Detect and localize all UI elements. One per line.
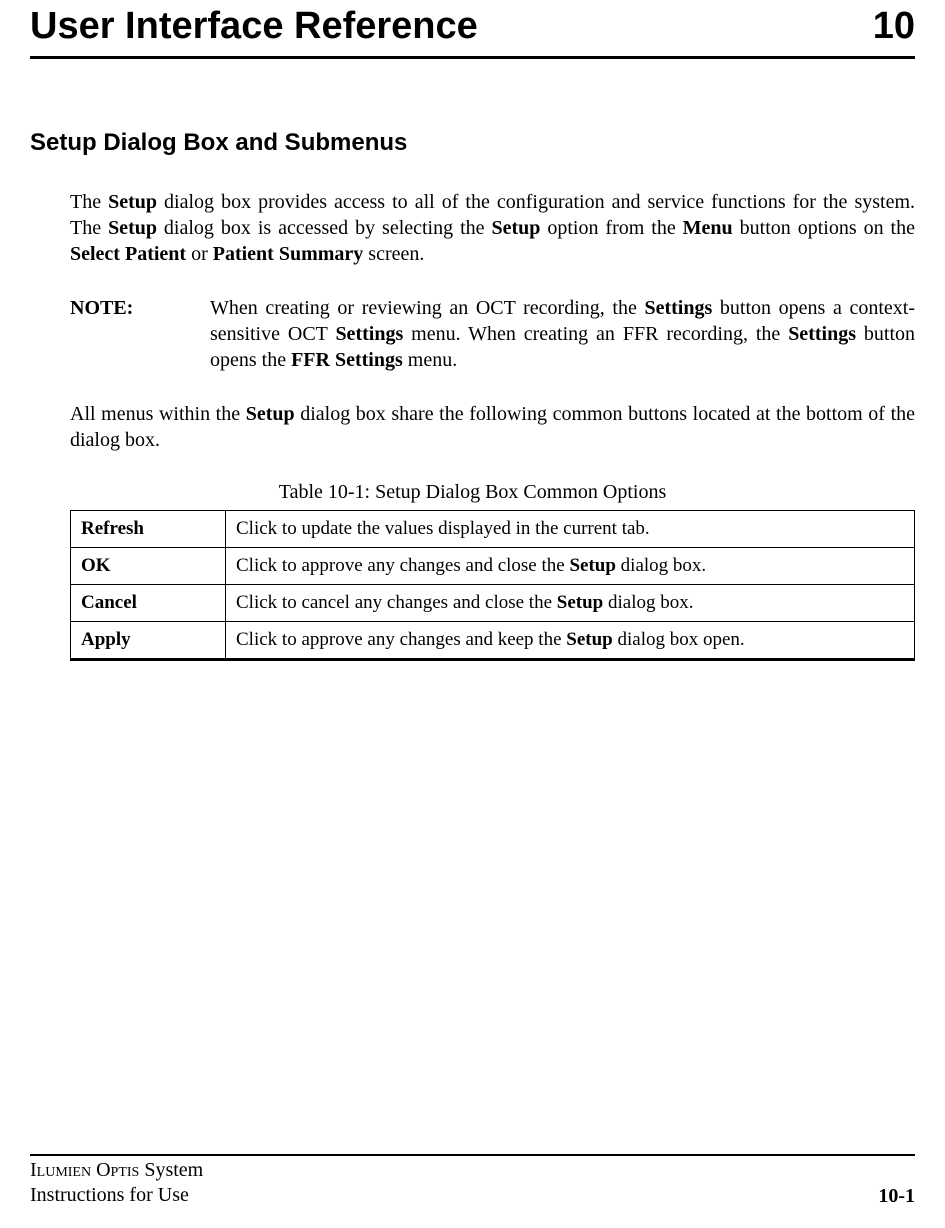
bold-term: Menu bbox=[683, 217, 733, 239]
text-fragment: System bbox=[139, 1159, 203, 1181]
text-fragment: menu. When creating an FFR recording, th… bbox=[403, 323, 788, 345]
table-cell-label: Refresh bbox=[71, 511, 226, 548]
page-footer: Ilumien Optis System Instructions for Us… bbox=[30, 1154, 915, 1208]
text-fragment: option from the bbox=[540, 217, 682, 239]
bold-term: Setup bbox=[108, 217, 157, 239]
chapter-number: 10 bbox=[873, 5, 915, 48]
text-fragment: screen. bbox=[363, 243, 424, 265]
table-row: Refresh Click to update the values displ… bbox=[71, 511, 915, 548]
text-fragment: When creating or reviewing an OCT record… bbox=[210, 297, 644, 319]
text-fragment: All menus within the bbox=[70, 403, 246, 425]
footer-line2: Instructions for Use bbox=[30, 1183, 203, 1208]
table-cell-desc: Click to update the values displayed in … bbox=[226, 511, 915, 548]
bold-term: Setup bbox=[569, 555, 615, 576]
table-row: Cancel Click to cancel any changes and c… bbox=[71, 585, 915, 622]
text-fragment: dialog box. bbox=[616, 555, 706, 576]
bold-term: Select Patient bbox=[70, 243, 186, 265]
footer-line1: Ilumien Optis System bbox=[30, 1158, 203, 1183]
footer-left: Ilumien Optis System Instructions for Us… bbox=[30, 1158, 203, 1208]
table-cell-desc: Click to approve any changes and keep th… bbox=[226, 622, 915, 660]
intro-paragraph: The Setup dialog box provides access to … bbox=[70, 189, 915, 267]
footer-smallcaps: Optis bbox=[91, 1159, 139, 1181]
section-heading: Setup Dialog Box and Submenus bbox=[30, 129, 915, 157]
page-number: 10-1 bbox=[878, 1185, 915, 1208]
note-label: NOTE: bbox=[70, 295, 210, 373]
options-table: Refresh Click to update the values displ… bbox=[70, 510, 915, 661]
text-fragment: Click to approve any changes and keep th… bbox=[236, 629, 566, 650]
text-fragment: Click to update the values displayed in … bbox=[236, 518, 650, 539]
bold-term: Settings bbox=[788, 323, 856, 345]
table-cell-label: Apply bbox=[71, 622, 226, 660]
text-fragment: dialog box. bbox=[603, 592, 693, 613]
text-fragment: or bbox=[186, 243, 213, 265]
note-text: When creating or reviewing an OCT record… bbox=[210, 295, 915, 373]
bold-term: FFR Settings bbox=[291, 349, 403, 371]
bold-term: Settings bbox=[335, 323, 403, 345]
table-caption: Table 10-1: Setup Dialog Box Common Opti… bbox=[30, 481, 915, 504]
bold-term: Setup bbox=[566, 629, 612, 650]
text-fragment: The bbox=[70, 191, 108, 213]
table-cell-desc: Click to cancel any changes and close th… bbox=[226, 585, 915, 622]
bold-term: Settings bbox=[644, 297, 712, 319]
text-fragment: Click to approve any changes and close t… bbox=[236, 555, 569, 576]
table-row: OK Click to approve any changes and clos… bbox=[71, 548, 915, 585]
body-paragraph: All menus within the Setup dialog box sh… bbox=[70, 401, 915, 453]
table-row: Apply Click to approve any changes and k… bbox=[71, 622, 915, 660]
chapter-header: User Interface Reference 10 bbox=[30, 5, 915, 59]
bold-term: Setup bbox=[246, 403, 295, 425]
table-cell-desc: Click to approve any changes and close t… bbox=[226, 548, 915, 585]
table-cell-label: OK bbox=[71, 548, 226, 585]
note-block: NOTE: When creating or reviewing an OCT … bbox=[70, 295, 915, 373]
table-cell-label: Cancel bbox=[71, 585, 226, 622]
text-fragment: dialog box open. bbox=[613, 629, 745, 650]
chapter-title: User Interface Reference bbox=[30, 5, 478, 48]
text-fragment: dialog box is accessed by selecting the bbox=[157, 217, 492, 239]
text-fragment: menu. bbox=[403, 349, 457, 371]
bold-term: Setup bbox=[108, 191, 157, 213]
bold-term: Setup bbox=[491, 217, 540, 239]
footer-smallcaps: Ilumien bbox=[30, 1159, 91, 1181]
text-fragment: button options on the bbox=[733, 217, 915, 239]
bold-term: Patient Summary bbox=[213, 243, 364, 265]
text-fragment: Click to cancel any changes and close th… bbox=[236, 592, 557, 613]
bold-term: Setup bbox=[557, 592, 603, 613]
